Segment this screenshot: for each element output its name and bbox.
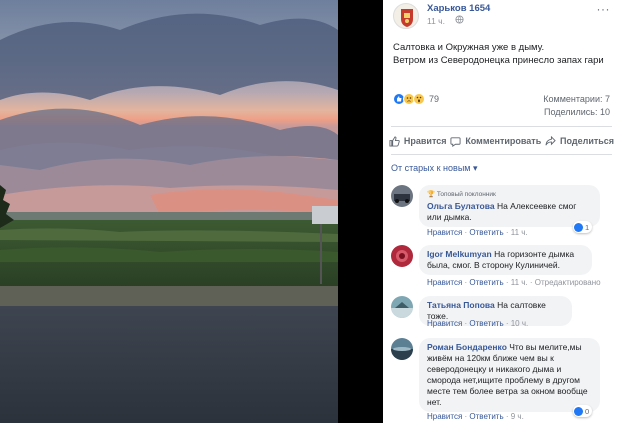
comment-item: Татьяна Попова На салтовке тоже. Нравитс… [391, 296, 612, 332]
comment-reply-link[interactable]: Ответить [469, 278, 503, 287]
comment-time[interactable]: 11 ч. [511, 228, 528, 237]
comment-meta: Нравится · Ответить · 11 ч. · Отредактир… [427, 278, 601, 287]
comment-text: На Алексеевке смог [494, 201, 577, 211]
globe-icon [455, 15, 464, 24]
commenter-avatar[interactable] [391, 296, 413, 318]
like-reaction-icon [574, 222, 583, 232]
wow-reaction-icon [413, 93, 425, 105]
share-button[interactable]: Поделиться [545, 132, 614, 150]
reactions-summary[interactable]: 79 [393, 92, 439, 106]
comments-count[interactable]: Комментарии: 7 [543, 94, 610, 104]
comment-text: сморода нет,ищите проблему в другом [427, 375, 580, 385]
comment-text: нет. [427, 397, 442, 407]
comment-time[interactable]: 11 ч. [511, 278, 528, 287]
sunset-photo [0, 0, 338, 423]
like-reaction-icon [574, 406, 583, 416]
coat-of-arms-icon [401, 9, 413, 27]
comment-reply-link[interactable]: Ответить [469, 319, 503, 328]
comment-meta: Нравится · Ответить · 10 ч. [427, 319, 529, 328]
comment-bubble: Igor Melkumyan На горизонте дымка была, … [419, 245, 592, 275]
comment-like-link[interactable]: Нравится [427, 228, 462, 237]
comment-time[interactable]: 9 ч. [511, 412, 524, 421]
commenter-name[interactable]: Татьяна Попова [427, 300, 495, 310]
post-text: Салтовка и Окружная уже в дыму. Ветром и… [393, 42, 608, 67]
like-button[interactable]: Нравится [389, 132, 447, 150]
post-text-line: Салтовка и Окружная уже в дыму. [393, 42, 545, 53]
comment-edited-label: Отредактировано [534, 278, 601, 287]
comment-item: 🏆 Топовый поклонник Ольга Булатова На Ал… [391, 185, 612, 241]
top-fan-badge: 🏆 Топовый поклонник [427, 191, 496, 198]
commenter-name[interactable]: Ольга Булатова [427, 201, 495, 211]
comment-button[interactable]: Комментировать [450, 132, 541, 150]
comment-text: Что вы мелите,мы [506, 342, 582, 352]
comment-reaction-number: 0 [585, 406, 590, 416]
comment-like-link[interactable]: Нравится [427, 319, 462, 328]
post-panel: Харьков 1654 11 ч. ··· Салтовка и Окружн… [383, 0, 620, 423]
comment-reaction-count[interactable]: 0 [573, 405, 593, 417]
post-header: Харьков 1654 11 ч. ··· [383, 0, 620, 34]
comment-like-link[interactable]: Нравится [427, 278, 462, 287]
comment-text: месте тем более ветра за окном вообще [427, 386, 588, 396]
comment-icon [450, 136, 461, 147]
comment-like-link[interactable]: Нравится [427, 412, 462, 421]
comment-reaction-number: 1 [585, 222, 590, 232]
divider [391, 154, 612, 155]
comment-meta: Нравится · Ответить · 9 ч. [427, 412, 524, 421]
comment-bubble: Роман Бондаренко Что вы мелите,мы живём … [419, 338, 600, 412]
photo-viewer [0, 0, 383, 423]
comment-time[interactable]: 10 ч. [511, 319, 529, 328]
comment-reaction-count[interactable]: 1 [573, 221, 593, 233]
reactions-count[interactable]: 79 [429, 94, 439, 104]
comment-text: северодонецку и никакого дыма и [427, 364, 562, 374]
more-options-icon[interactable]: ··· [597, 2, 611, 16]
post-actions-bar: Нравится Комментировать Поделиться [383, 132, 620, 150]
commenter-avatar[interactable] [391, 338, 413, 360]
comment-bubble: 🏆 Топовый поклонник Ольга Булатова На Ал… [419, 185, 600, 227]
share-arrow-icon [545, 135, 556, 145]
comment-reply-link[interactable]: Ответить [469, 412, 503, 421]
post-timestamp[interactable]: 11 ч. [427, 16, 445, 26]
comment-item: Igor Melkumyan На горизонте дымка была, … [391, 245, 612, 295]
comment-text: На горизонте дымка [491, 249, 575, 259]
page-name-link[interactable]: Харьков 1654 [427, 3, 490, 14]
comment-meta: Нравится · Ответить · 11 ч. [427, 228, 528, 237]
comment-text: была, смог. В сторону Кулиничей. [427, 260, 560, 270]
comment-text: живём на 120км ближе чем вы к [427, 353, 554, 363]
page-avatar[interactable] [393, 3, 419, 29]
like-button-label: Нравится [403, 136, 447, 146]
share-button-label: Поделиться [560, 136, 615, 146]
comment-item: Роман Бондаренко Что вы мелите,мы живём … [391, 338, 612, 423]
comment-text: или дымка. [427, 212, 472, 222]
commenter-name[interactable]: Igor Melkumyan [427, 249, 492, 259]
commenter-name[interactable]: Роман Бондаренко [427, 342, 507, 352]
shares-count[interactable]: Поделились: 10 [544, 107, 610, 117]
commenter-avatar[interactable] [391, 185, 413, 207]
thumbs-up-icon [389, 135, 400, 147]
comment-sort-dropdown[interactable]: От старых к новым ▾ [391, 163, 478, 174]
divider [391, 126, 612, 127]
post-text-line: Ветром из Северодонецка принесло запах г… [393, 54, 604, 66]
comment-button-label: Комментировать [465, 136, 542, 146]
comment-reply-link[interactable]: Ответить [469, 228, 503, 237]
commenter-avatar[interactable] [391, 245, 413, 267]
